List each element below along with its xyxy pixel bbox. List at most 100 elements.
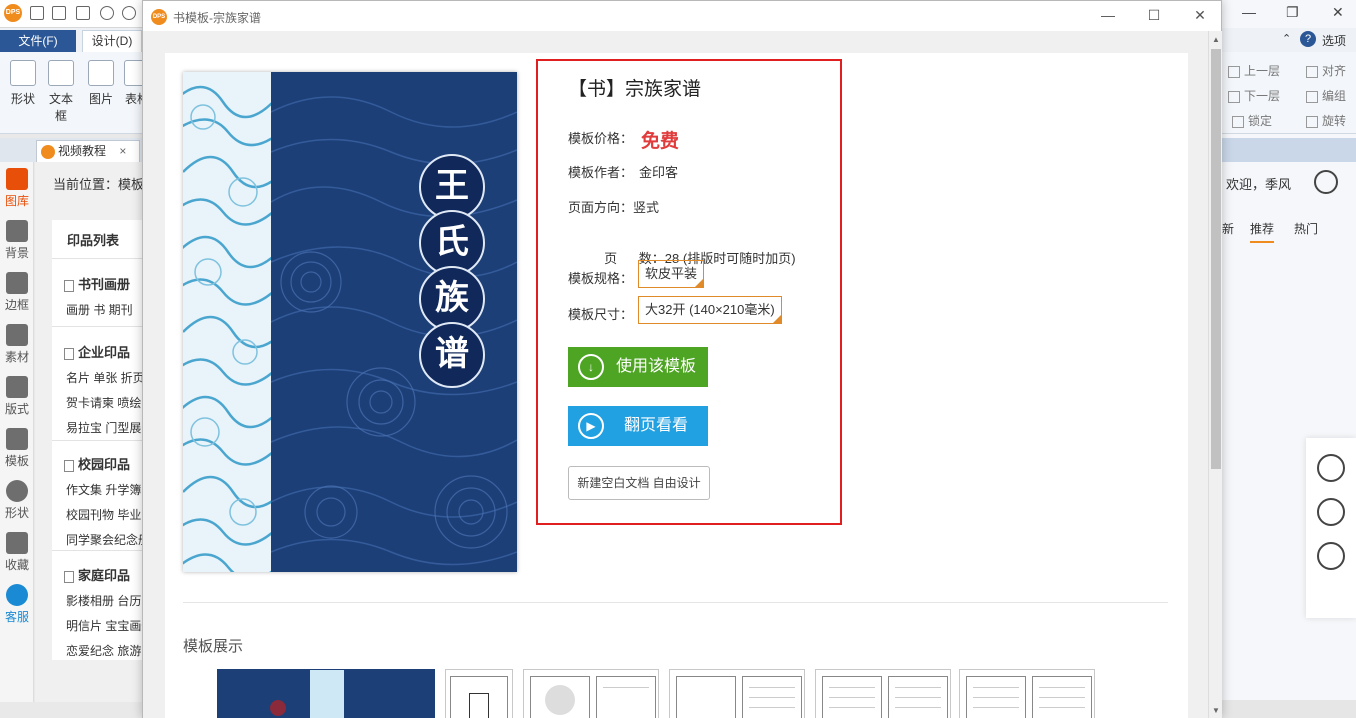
nav-background[interactable]: 背景 — [0, 220, 34, 261]
dps-logo-icon: DPS — [4, 4, 22, 22]
bring-forward-button[interactable]: 上一层 — [1228, 62, 1280, 79]
list-item[interactable]: 明信片 宝宝画册 — [52, 617, 142, 634]
lock-button[interactable]: 锁定 — [1232, 112, 1272, 129]
image-icon — [88, 60, 114, 86]
tab-new[interactable]: 新 — [1222, 220, 1234, 237]
ribbon-label: 编组 — [1322, 89, 1347, 103]
ribbon-label: 锁定 — [1248, 114, 1273, 128]
nav-template[interactable]: 模板 — [0, 428, 34, 469]
author-value: 金印客 — [639, 165, 679, 180]
minimize-app-icon[interactable]: — — [1242, 4, 1256, 20]
list-item[interactable]: 同学聚会纪念册 — [52, 531, 142, 548]
list-item[interactable]: 名片 单张 折页 — [52, 369, 142, 386]
price-label: 模板价格： — [568, 130, 634, 146]
flip-preview-button[interactable]: ▶ 翻页看看 — [568, 406, 708, 446]
list-item[interactable]: 贺卡请柬 喷绘 — [52, 394, 142, 411]
list-item[interactable]: 画册 书 期刊 — [52, 301, 142, 318]
collapse-icon[interactable]: ⌃ — [1282, 32, 1291, 45]
thumbnail-cover[interactable] — [217, 669, 435, 718]
list-item[interactable]: 恋爱纪念 旅游 — [52, 642, 142, 659]
close-icon[interactable]: ✕ — [1191, 7, 1209, 24]
nav-material[interactable]: 素材 — [0, 324, 34, 365]
tab-file[interactable]: 文件(F) — [0, 30, 76, 52]
textbox-label: 文本框 — [48, 92, 73, 123]
nav-label: 版式 — [4, 402, 29, 416]
size-selector[interactable]: 大32开 (140×210毫米) — [638, 296, 782, 324]
maximize-icon[interactable]: ☐ — [1145, 7, 1163, 24]
thumbnail-page[interactable] — [669, 669, 805, 718]
spec-selector[interactable]: 软皮平装 — [638, 260, 705, 288]
list-item[interactable]: 易拉宝 门型展架 — [52, 419, 142, 436]
options-menu[interactable]: 选项 — [1322, 32, 1346, 49]
section-campus: 校园印品 作文集 升学簿 校园刊物 毕业 同学聚会纪念册 — [52, 454, 142, 548]
template-info-box: 【书】宗族家谱 模板价格： 免费 模板作者： 金印客 页面方向：竖式 页 数：28 … — [536, 59, 842, 525]
chat-bubble-icon[interactable] — [1314, 170, 1338, 194]
nav-border[interactable]: 边框 — [0, 272, 34, 313]
template-cover-image[interactable]: 王 氏 族 谱 — [183, 72, 517, 572]
minimize-icon[interactable]: — — [1099, 7, 1117, 23]
nav-gallery[interactable]: 图库 — [0, 168, 34, 209]
align-button[interactable]: 对齐 — [1306, 62, 1346, 79]
print-list-title: 印品列表 — [67, 233, 120, 248]
nav-favorites[interactable]: 收藏 — [0, 532, 34, 573]
close-tab-icon[interactable]: × — [119, 144, 126, 158]
doc-tab-video-tutorial[interactable]: 视频教程 × — [36, 140, 140, 162]
use-template-button[interactable]: ↓ 使用该模板 — [568, 347, 708, 387]
ribbon-label: 旋转 — [1322, 114, 1347, 128]
redo-icon[interactable] — [122, 6, 136, 20]
thumbnail-strip — [310, 670, 344, 718]
section-head[interactable]: 书刊画册 — [52, 274, 142, 293]
scrollbar-thumb[interactable] — [1211, 49, 1221, 469]
wechat-icon[interactable] — [1317, 498, 1345, 526]
send-backward-button[interactable]: 下一层 — [1228, 87, 1280, 104]
tab-popular[interactable]: 热门 — [1294, 220, 1318, 237]
textbox-button[interactable]: 文本框 — [44, 60, 78, 124]
shape-button[interactable]: 形状 — [6, 60, 40, 107]
section-head-label: 企业印品 — [78, 345, 131, 360]
section-head[interactable]: 企业印品 — [52, 342, 142, 361]
list-item[interactable]: 作文集 升学簿 — [52, 481, 142, 498]
section-enterprise: 企业印品 名片 单张 折页 贺卡请柬 喷绘 易拉宝 门型展架 — [52, 342, 142, 436]
section-head[interactable]: 家庭印品 — [52, 565, 142, 584]
thumbnail-page-sheet — [966, 676, 1026, 718]
close-app-icon[interactable]: ✕ — [1332, 4, 1344, 21]
save-icon[interactable] — [76, 6, 90, 20]
undo-icon[interactable] — [100, 6, 114, 20]
tab-design[interactable]: 设计(D) — [82, 30, 142, 52]
thumbnail-page[interactable] — [815, 669, 951, 718]
tab-recommended[interactable]: 推荐 — [1250, 220, 1275, 243]
nav-layout[interactable]: 版式 — [0, 376, 34, 417]
scroll-down-icon[interactable]: ▼ — [1212, 706, 1220, 715]
nav-label: 边框 — [4, 298, 29, 312]
ribbon-label: 上一层 — [1244, 64, 1281, 78]
dialog-scrollbar[interactable]: ▲ ▼ — [1208, 31, 1222, 718]
thumbnail-page[interactable] — [523, 669, 659, 718]
dialog-title: 书模板-宗族家谱 — [173, 11, 261, 25]
section-head[interactable]: 校园印品 — [52, 454, 142, 473]
list-item[interactable]: 影楼相册 台历 — [52, 592, 142, 609]
nav-label: 模板 — [4, 454, 29, 468]
nav-service[interactable]: 客服 — [0, 584, 34, 625]
list-item[interactable]: 校园刊物 毕业 — [52, 506, 142, 523]
group-button[interactable]: 编组 — [1306, 87, 1346, 104]
new-file-icon[interactable] — [30, 6, 44, 20]
nav-label: 图库 — [4, 194, 29, 208]
new-blank-document-button[interactable]: 新建空白文档 自由设计 — [568, 466, 710, 500]
image-button[interactable]: 图片 — [84, 60, 118, 107]
open-folder-icon[interactable] — [52, 6, 66, 20]
rotate-button[interactable]: 旋转 — [1306, 112, 1346, 129]
material-icon — [6, 324, 28, 346]
section-head-label: 家庭印品 — [78, 568, 131, 583]
help-icon[interactable]: ? — [1300, 31, 1316, 47]
qq-icon[interactable] — [1317, 454, 1345, 482]
restore-app-icon[interactable]: ❐ — [1286, 4, 1299, 21]
nav-label: 背景 — [4, 246, 29, 260]
shape-nav-icon — [6, 480, 28, 502]
play-icon: ▶ — [578, 413, 604, 439]
thumbnail-page[interactable] — [445, 669, 513, 718]
nav-shape[interactable]: 形状 — [0, 480, 34, 521]
customer-service-icon[interactable] — [1317, 542, 1345, 570]
dps-logo-icon: DPS — [151, 9, 167, 25]
scroll-up-icon[interactable]: ▲ — [1212, 35, 1220, 44]
thumbnail-page[interactable] — [959, 669, 1095, 718]
